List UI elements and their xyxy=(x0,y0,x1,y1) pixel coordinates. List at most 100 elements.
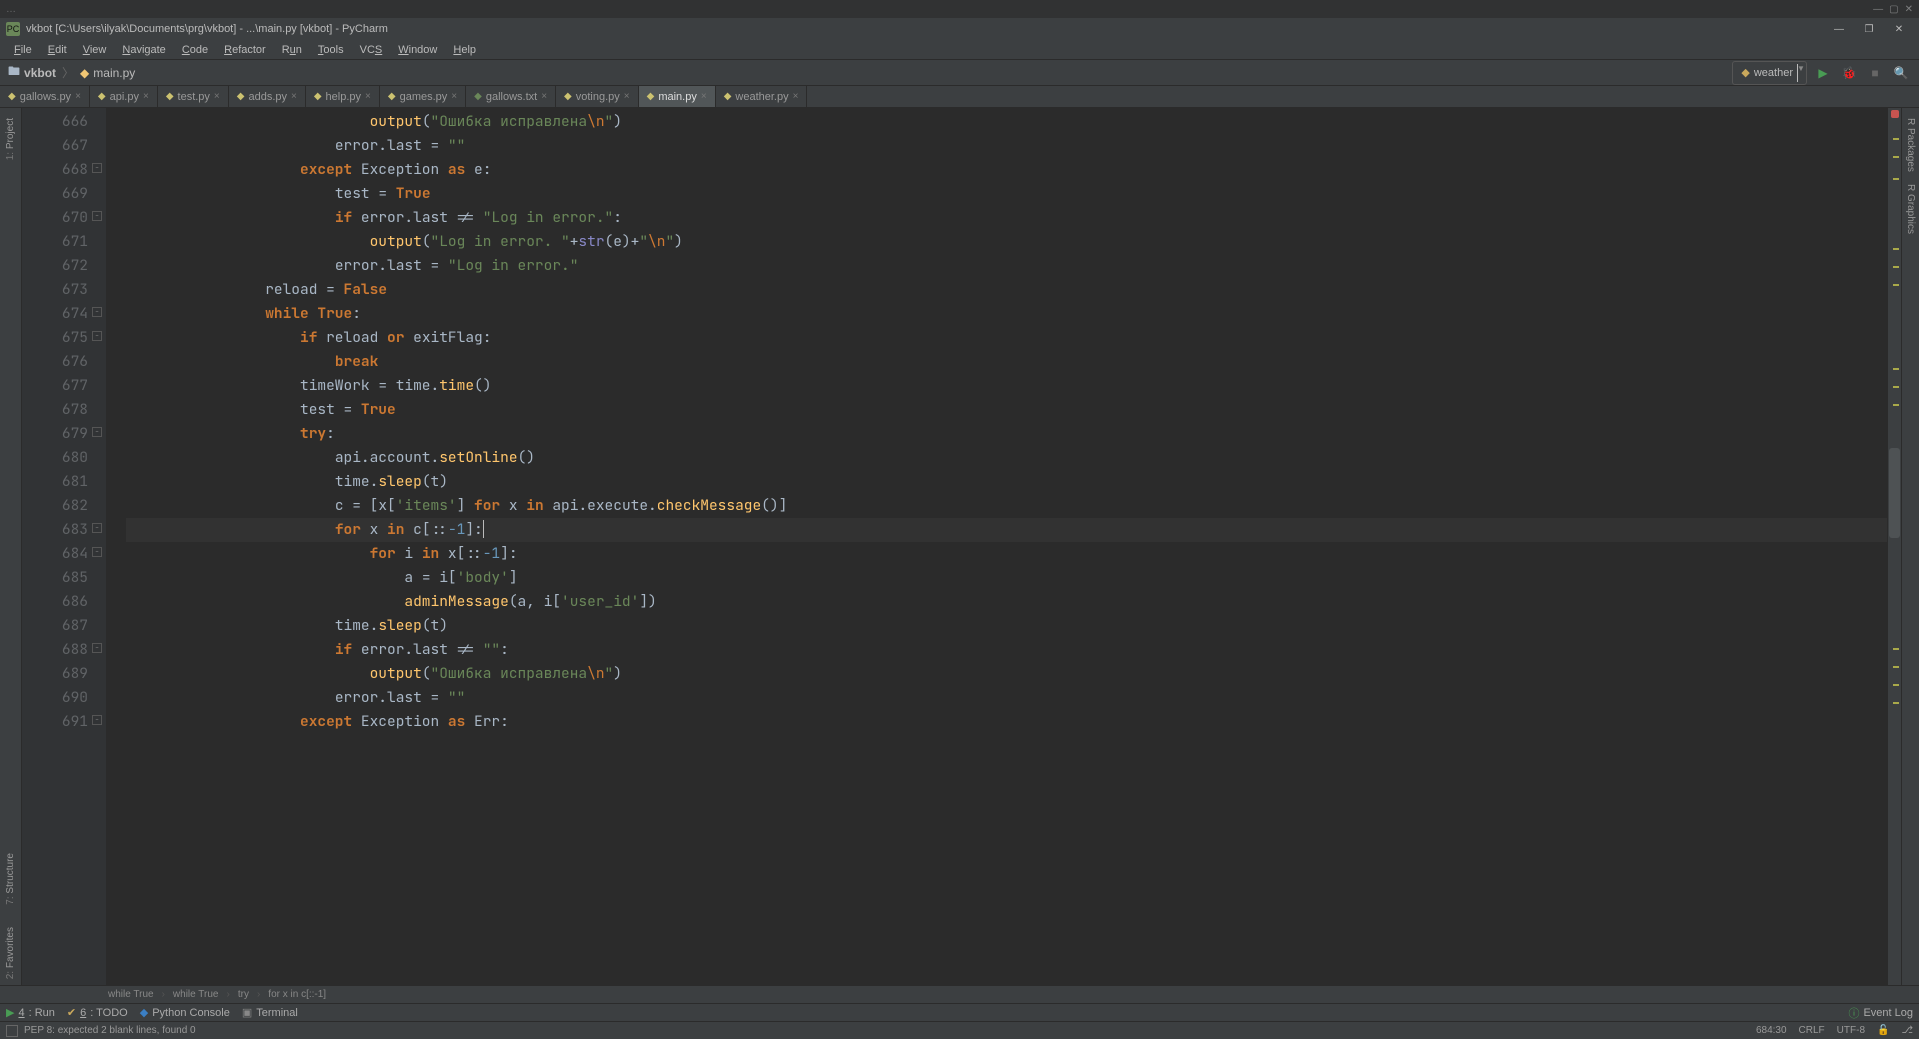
tab-label: gallows.py xyxy=(20,91,71,103)
warning-stripe[interactable] xyxy=(1893,404,1899,406)
tool-window-toggle-icon[interactable] xyxy=(6,1025,18,1037)
bottom-tool-tabs: ▶44: Run: Run ✔6: TODO ◆Python Console ▣… xyxy=(0,1003,1919,1021)
run-configuration-selector[interactable]: ◆ weather ▼ xyxy=(1732,61,1807,85)
python-file-icon: ◆ xyxy=(314,91,322,102)
editor-tab[interactable]: ◆test.py× xyxy=(158,86,229,107)
code-breadcrumb-item[interactable]: while True xyxy=(165,989,227,1000)
editor-tab[interactable]: ◆games.py× xyxy=(380,86,466,107)
warning-stripe[interactable] xyxy=(1893,684,1899,686)
maximize-button[interactable]: ❐ xyxy=(1855,20,1883,38)
close-icon[interactable]: × xyxy=(365,91,371,102)
fold-toggle[interactable]: - xyxy=(92,547,102,557)
tab-label: voting.py xyxy=(576,91,620,103)
tool-tab-r-packages[interactable]: R Packages xyxy=(1903,112,1918,178)
debug-button[interactable]: 🐞 xyxy=(1839,63,1859,83)
fold-toggle[interactable]: - xyxy=(92,715,102,725)
close-icon[interactable]: × xyxy=(451,91,457,102)
warning-stripe[interactable] xyxy=(1893,266,1899,268)
close-icon[interactable]: × xyxy=(291,91,297,102)
run-button[interactable]: ▶ xyxy=(1813,63,1833,83)
search-everywhere-button[interactable]: 🔍 xyxy=(1891,63,1911,83)
editor-tab[interactable]: ◆ gallows.txt × xyxy=(466,86,556,107)
menu-vcs[interactable]: VCS xyxy=(352,42,391,58)
close-icon[interactable]: × xyxy=(143,91,149,102)
python-icon: ◆ xyxy=(140,1006,148,1019)
close-icon[interactable]: × xyxy=(214,91,220,102)
chevron-down-icon: ▼ xyxy=(1797,64,1798,82)
fold-toggle[interactable]: - xyxy=(92,211,102,221)
close-icon[interactable]: × xyxy=(793,91,799,102)
fold-toggle[interactable]: - xyxy=(92,427,102,437)
menu-tools[interactable]: Tools xyxy=(310,42,352,58)
tool-event-log[interactable]: ⓘEvent Log xyxy=(1848,1005,1913,1021)
nav-project-name[interactable]: vkbot xyxy=(24,66,56,80)
editor-tab[interactable]: ◆adds.py× xyxy=(229,86,306,107)
tool-python-console[interactable]: ◆Python Console xyxy=(140,1006,230,1019)
code-area[interactable]: output("Ошибка исправлена\n") error.last… xyxy=(106,108,1887,985)
warning-stripe[interactable] xyxy=(1893,138,1899,140)
editor-tab[interactable]: ◆weather.py× xyxy=(716,86,808,107)
cursor-position[interactable]: 684:30 xyxy=(1756,1025,1787,1036)
tool-terminal[interactable]: ▣Terminal xyxy=(242,1006,298,1019)
statusbar: PEP 8: expected 2 blank lines, found 0 6… xyxy=(0,1021,1919,1039)
fold-toggle[interactable]: - xyxy=(92,307,102,317)
menu-help[interactable]: Help xyxy=(445,42,484,58)
error-stripe-indicator[interactable] xyxy=(1891,110,1899,118)
lock-icon[interactable]: 🔓 xyxy=(1877,1025,1889,1036)
menu-navigate[interactable]: Navigate xyxy=(114,42,173,58)
warning-stripe[interactable] xyxy=(1893,178,1899,180)
editor-tab[interactable]: ◆ gallows.py × xyxy=(0,86,90,107)
tool-run[interactable]: ▶44: Run: Run xyxy=(6,1006,55,1019)
fold-toggle[interactable]: - xyxy=(92,331,102,341)
editor-tab[interactable]: ◆help.py× xyxy=(306,86,380,107)
gutter[interactable]: 666667668-669670-671672673674-675-676677… xyxy=(22,108,106,985)
warning-stripe[interactable] xyxy=(1893,368,1899,370)
tool-tab-project[interactable]: 1: Project xyxy=(3,112,18,166)
menu-refactor[interactable]: Refactor xyxy=(216,42,274,58)
menu-file[interactable]: File xyxy=(6,42,40,58)
fold-toggle[interactable]: - xyxy=(92,643,102,653)
tool-tab-structure[interactable]: 7: Structure xyxy=(3,847,18,911)
close-icon[interactable]: × xyxy=(75,91,81,102)
close-button[interactable]: ✕ xyxy=(1885,20,1913,38)
menu-view[interactable]: View xyxy=(75,42,115,58)
menu-edit[interactable]: Edit xyxy=(40,42,75,58)
editor[interactable]: 666667668-669670-671672673674-675-676677… xyxy=(22,108,1901,985)
editor-tab[interactable]: ◆api.py× xyxy=(90,86,158,107)
editor-tab[interactable]: ◆voting.py× xyxy=(556,86,639,107)
python-file-icon: ◆ xyxy=(8,91,16,102)
scrollbar-markers[interactable] xyxy=(1887,108,1901,985)
warning-stripe[interactable] xyxy=(1893,248,1899,250)
window-title: vkbot [C:\Users\ilyak\Documents\prg\vkbo… xyxy=(26,23,388,35)
tool-tab-r-graphics[interactable]: R Graphics xyxy=(1903,178,1918,240)
nav-current-file[interactable]: main.py xyxy=(93,66,135,80)
code-breadcrumb-item[interactable]: while True xyxy=(100,989,162,1000)
close-icon[interactable]: × xyxy=(541,91,547,102)
titlebar[interactable]: PC vkbot [C:\Users\ilyak\Documents\prg\v… xyxy=(0,18,1919,40)
git-branch-icon[interactable]: ⎇ xyxy=(1901,1025,1913,1036)
menu-run[interactable]: Run xyxy=(274,42,310,58)
code-breadcrumb-item[interactable]: for x in c[::-1] xyxy=(260,989,334,1000)
fold-toggle[interactable]: - xyxy=(92,163,102,173)
warning-stripe[interactable] xyxy=(1893,702,1899,704)
tool-tab-favorites[interactable]: 2: Favorites xyxy=(3,921,18,985)
menu-window[interactable]: Window xyxy=(390,42,445,58)
scrollbar-thumb[interactable] xyxy=(1889,448,1900,538)
warning-stripe[interactable] xyxy=(1893,156,1899,158)
text-file-icon: ◆ xyxy=(474,91,482,102)
tab-label: gallows.txt xyxy=(486,91,537,103)
code-breadcrumb-item[interactable]: try xyxy=(230,989,257,1000)
close-icon[interactable]: × xyxy=(701,91,707,102)
menu-code[interactable]: Code xyxy=(174,42,216,58)
close-icon[interactable]: × xyxy=(624,91,630,102)
line-separator[interactable]: CRLF xyxy=(1799,1025,1825,1036)
warning-stripe[interactable] xyxy=(1893,284,1899,286)
tool-todo[interactable]: ✔6: TODO xyxy=(67,1006,128,1019)
editor-tab[interactable]: ◆main.py× xyxy=(639,86,716,107)
warning-stripe[interactable] xyxy=(1893,666,1899,668)
warning-stripe[interactable] xyxy=(1893,648,1899,650)
warning-stripe[interactable] xyxy=(1893,386,1899,388)
minimize-button[interactable]: — xyxy=(1825,20,1853,38)
file-encoding[interactable]: UTF-8 xyxy=(1837,1025,1865,1036)
right-tool-strip: R Packages R Graphics xyxy=(1901,108,1919,985)
